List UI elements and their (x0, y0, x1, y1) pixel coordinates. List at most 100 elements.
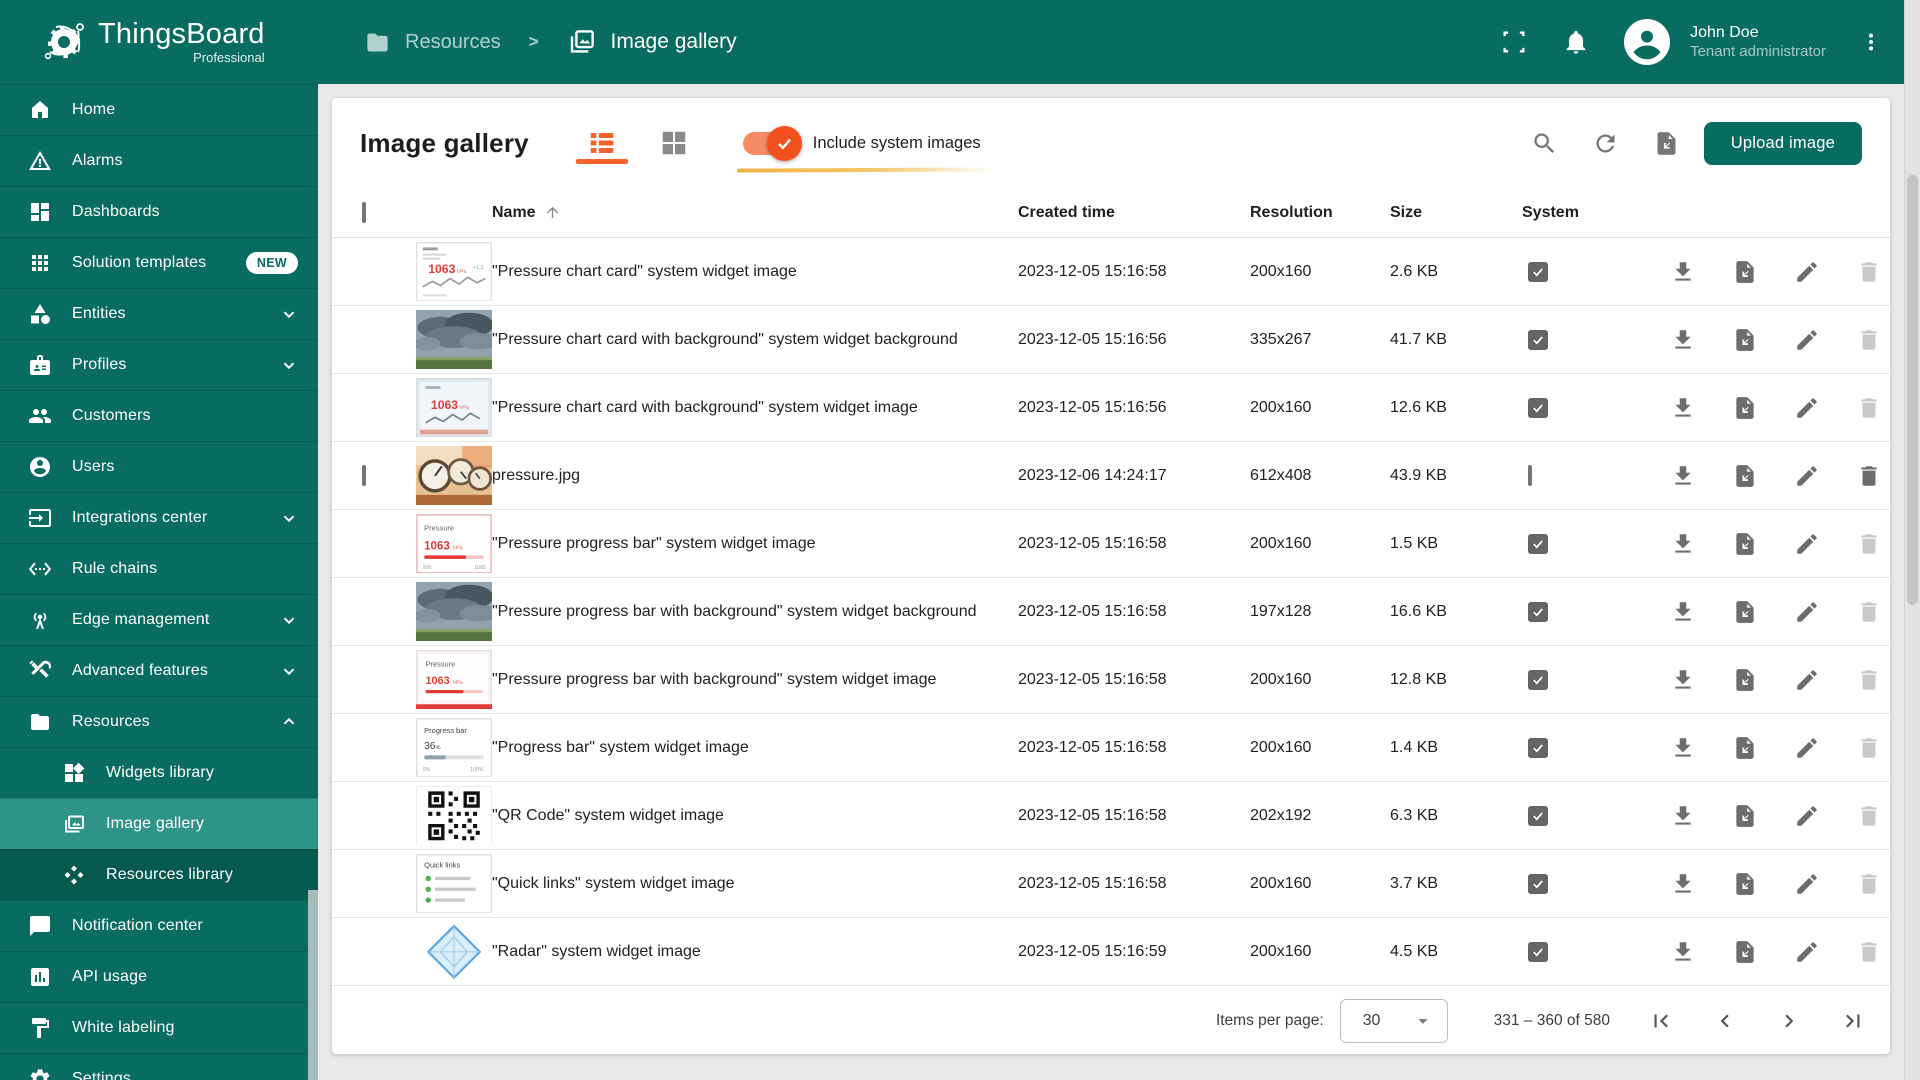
sidebar-item-home[interactable]: Home (0, 84, 318, 135)
export-file-icon[interactable] (1732, 803, 1758, 829)
delete-icon[interactable] (1856, 735, 1882, 761)
edit-icon[interactable] (1794, 327, 1820, 353)
download-icon[interactable] (1670, 939, 1696, 965)
export-file-icon[interactable] (1732, 395, 1758, 421)
download-icon[interactable] (1670, 395, 1696, 421)
sidebar-item-resources-library[interactable]: Resources library (0, 849, 318, 900)
sidebar-item-dashboards[interactable]: Dashboards (0, 186, 318, 237)
search-icon[interactable] (1531, 130, 1558, 157)
download-icon[interactable] (1670, 667, 1696, 693)
download-icon[interactable] (1670, 463, 1696, 489)
sidebar-scrollbar-thumb[interactable] (308, 890, 318, 1080)
toggle-switch[interactable] (742, 125, 802, 161)
sort-ascending-icon[interactable] (544, 204, 561, 221)
edit-icon[interactable] (1794, 667, 1820, 693)
table-row[interactable]: Pressure 1063 hPa "Pressure progress bar w… (332, 646, 1890, 714)
sidebar-item-integrations-center[interactable]: Integrations center (0, 492, 318, 543)
download-icon[interactable] (1670, 599, 1696, 625)
table-row[interactable]: "Radar" system widget image 2023-12-05 1… (332, 918, 1890, 986)
column-header-system[interactable]: System (1522, 204, 1662, 222)
edit-icon[interactable] (1794, 531, 1820, 557)
thumbnail-image[interactable] (416, 309, 492, 370)
download-icon[interactable] (1670, 803, 1696, 829)
first-page-icon[interactable] (1648, 1008, 1674, 1034)
thumbnail-image[interactable]: Pressure 1063 hPa (416, 649, 492, 710)
sidebar-item-edge-management[interactable]: Edge management (0, 594, 318, 645)
export-file-icon[interactable] (1732, 531, 1758, 557)
sidebar-item-rule-chains[interactable]: Rule chains (0, 543, 318, 594)
column-header-resolution[interactable]: Resolution (1250, 204, 1390, 222)
thingsboard-logo[interactable]: ThingsBoard Professional (0, 0, 318, 84)
sidebar-item-advanced-features[interactable]: Advanced features (0, 645, 318, 696)
edit-icon[interactable] (1794, 599, 1820, 625)
delete-icon[interactable] (1856, 531, 1882, 557)
export-file-icon[interactable] (1732, 259, 1758, 285)
sidebar-item-resources[interactable]: Resources (0, 696, 318, 747)
thumbnail-image[interactable]: 1063 hPa +1.2 (416, 241, 492, 302)
import-file-icon[interactable] (1653, 130, 1680, 157)
download-icon[interactable] (1670, 531, 1696, 557)
user-menu[interactable]: John Doe Tenant administrator (1690, 23, 1826, 62)
delete-icon[interactable] (1856, 259, 1882, 285)
table-row[interactable]: Pressure 1063 hPa 930 1065 "Pressure progres… (332, 510, 1890, 578)
delete-icon[interactable] (1856, 667, 1882, 693)
table-row[interactable]: pressure.jpg 2023-12-06 14:24:17 612x408… (332, 442, 1890, 510)
sidebar-item-alarms[interactable]: Alarms (0, 135, 318, 186)
delete-icon[interactable] (1856, 803, 1882, 829)
refresh-icon[interactable] (1592, 130, 1619, 157)
sidebar-item-profiles[interactable]: Profiles (0, 339, 318, 390)
sidebar-item-customers[interactable]: Customers (0, 390, 318, 441)
sidebar-item-notification-center[interactable]: Notification center (0, 900, 318, 951)
export-file-icon[interactable] (1732, 327, 1758, 353)
edit-icon[interactable] (1794, 871, 1820, 897)
sidebar-item-entities[interactable]: Entities (0, 288, 318, 339)
edit-icon[interactable] (1794, 939, 1820, 965)
export-file-icon[interactable] (1732, 463, 1758, 489)
column-header-size[interactable]: Size (1390, 204, 1522, 222)
thumbnail-image[interactable] (416, 581, 492, 642)
delete-icon[interactable] (1856, 871, 1882, 897)
thumbnail-image[interactable]: Progress bar 36% 0% 100% (416, 717, 492, 778)
include-system-images-toggle[interactable]: Include system images (736, 125, 995, 173)
thumbnail-image[interactable] (416, 921, 492, 982)
fullscreen-icon[interactable] (1500, 28, 1528, 56)
sidebar-item-white-labeling[interactable]: White labeling (0, 1002, 318, 1053)
edit-icon[interactable] (1794, 803, 1820, 829)
edit-icon[interactable] (1794, 735, 1820, 761)
sidebar-item-users[interactable]: Users (0, 441, 318, 492)
delete-icon[interactable] (1856, 463, 1882, 489)
user-avatar[interactable] (1624, 19, 1671, 65)
notifications-bell-icon[interactable] (1562, 28, 1590, 56)
breadcrumb-parent[interactable]: Resources (405, 31, 501, 54)
upload-image-button[interactable]: Upload image (1703, 121, 1862, 165)
table-row[interactable]: Quick links "Quick links" system widget … (332, 850, 1890, 918)
column-header-name[interactable]: Name (492, 204, 536, 222)
download-icon[interactable] (1670, 735, 1696, 761)
last-page-icon[interactable] (1840, 1008, 1866, 1034)
export-file-icon[interactable] (1732, 599, 1758, 625)
sidebar-item-api-usage[interactable]: API usage (0, 951, 318, 1002)
thumbnail-image[interactable]: Quick links (416, 853, 492, 914)
thumbnail-image[interactable]: 1063 hPa (416, 377, 492, 438)
edit-icon[interactable] (1794, 395, 1820, 421)
column-header-created-time[interactable]: Created time (1018, 204, 1250, 222)
download-icon[interactable] (1670, 259, 1696, 285)
grid-view-tab[interactable] (645, 119, 703, 167)
table-row[interactable]: 1063 hPa +1.2 "Pressure chart card" system… (332, 238, 1890, 306)
thumbnail-image[interactable]: Pressure 1063 hPa 930 1065 (416, 513, 492, 574)
page-scrollbar[interactable] (1904, 0, 1920, 1080)
sidebar-item-settings[interactable]: Settings (0, 1053, 318, 1080)
thumbnail-image[interactable] (416, 445, 492, 506)
table-row[interactable]: "Pressure progress bar with background" … (332, 578, 1890, 646)
thumbnail-image[interactable] (416, 785, 492, 846)
page-scrollbar-thumb[interactable] (1907, 175, 1918, 605)
select-all-checkbox[interactable] (362, 201, 366, 223)
edit-icon[interactable] (1794, 463, 1820, 489)
export-file-icon[interactable] (1732, 871, 1758, 897)
download-icon[interactable] (1670, 327, 1696, 353)
row-checkbox[interactable] (362, 464, 366, 486)
table-row[interactable]: "QR Code" system widget image 2023-12-05… (332, 782, 1890, 850)
table-row[interactable]: Progress bar 36% 0% 100% "Progress bar" sys… (332, 714, 1890, 782)
table-row[interactable]: "Pressure chart card with background" sy… (332, 306, 1890, 374)
delete-icon[interactable] (1856, 327, 1882, 353)
